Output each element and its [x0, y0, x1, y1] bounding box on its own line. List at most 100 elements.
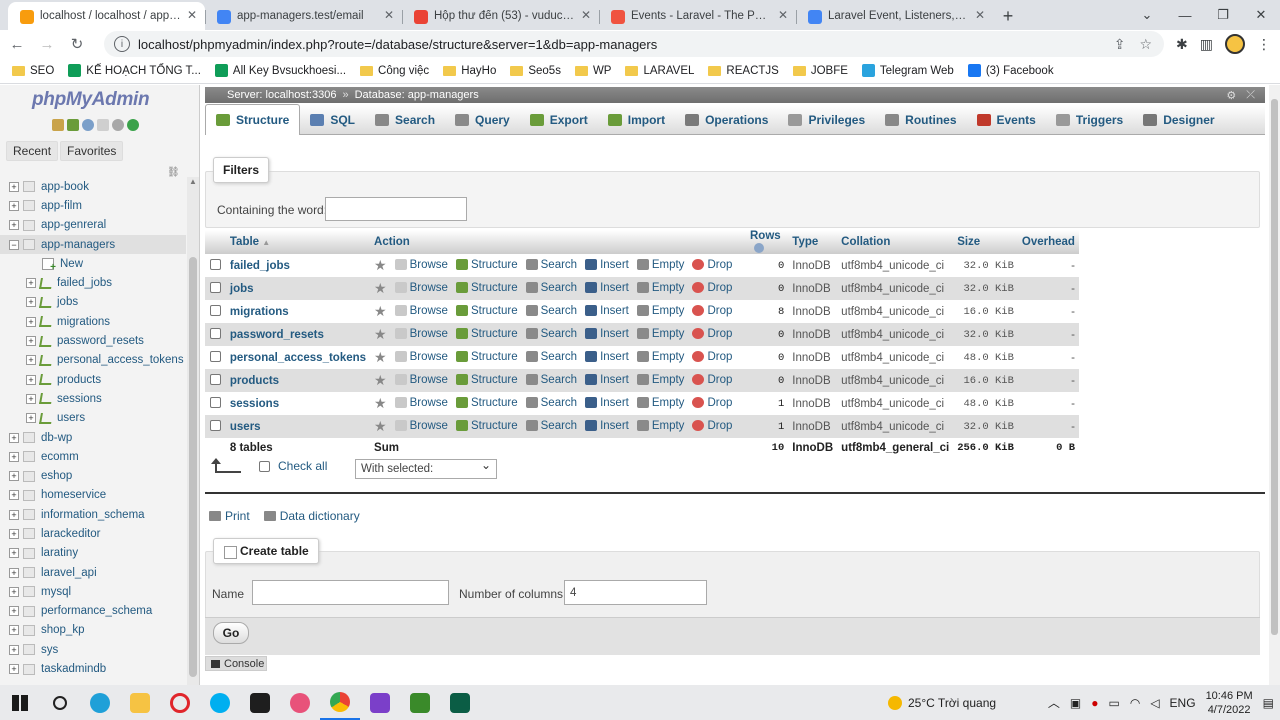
scroll-up-arrow-icon[interactable]: ▲ — [189, 177, 197, 186]
table-item[interactable]: + migrations — [0, 312, 186, 331]
type-column-header[interactable]: Type — [788, 230, 838, 254]
terminal-icon[interactable] — [440, 685, 480, 720]
structure-action[interactable]: Structure — [455, 374, 518, 386]
browse-action[interactable]: Browse — [394, 420, 448, 432]
table-name-link[interactable]: users — [225, 415, 371, 438]
size-cell[interactable]: 32.0 KiB — [953, 277, 1018, 300]
structure-action[interactable]: Structure — [455, 420, 518, 432]
browse-action[interactable]: Browse — [394, 328, 448, 340]
print-link[interactable]: Print — [209, 509, 250, 523]
structure-action[interactable]: Structure — [455, 305, 518, 317]
db-item[interactable]: + larackeditor — [0, 524, 186, 543]
expand-icon[interactable]: + — [9, 567, 19, 578]
console-toggle[interactable]: Console — [205, 656, 267, 671]
row-checkbox[interactable] — [209, 304, 221, 316]
search-action[interactable]: Search — [525, 259, 577, 271]
empty-action[interactable]: Empty — [636, 282, 684, 294]
browser-tab[interactable]: Hộp thư đến (53) - vuducnguyen ✕ — [402, 2, 599, 30]
table-item[interactable]: + users — [0, 409, 186, 428]
expand-icon[interactable]: + — [9, 509, 19, 520]
tab-search[interactable]: Search — [365, 105, 445, 135]
expand-icon[interactable]: + — [26, 297, 36, 308]
db-item[interactable]: + ecomm — [0, 447, 186, 466]
edge-icon[interactable] — [80, 685, 120, 720]
table-item[interactable]: + personal_access_tokens — [0, 351, 186, 370]
close-tab-icon[interactable]: ✕ — [581, 8, 591, 22]
tab-structure[interactable]: Structure — [205, 104, 301, 135]
tab-import[interactable]: Import — [598, 105, 675, 135]
db-item[interactable]: + laratiny — [0, 544, 186, 563]
expand-icon[interactable]: + — [9, 220, 19, 231]
row-checkbox[interactable] — [209, 327, 221, 339]
notifications-icon[interactable]: ▤ — [1263, 696, 1274, 710]
insert-action[interactable]: Insert — [585, 259, 629, 271]
favorites-tab[interactable]: Favorites — [60, 141, 124, 161]
table-name-link[interactable]: failed_jobs — [225, 254, 371, 277]
check-all-label[interactable]: Check all — [278, 459, 327, 473]
db-item[interactable]: + sys — [0, 640, 186, 659]
size-cell[interactable]: 32.0 KiB — [953, 254, 1018, 277]
db-item[interactable]: + app-film — [0, 196, 186, 215]
expand-icon[interactable]: + — [26, 374, 36, 385]
microphone-icon[interactable]: ● — [1091, 696, 1098, 710]
close-tab-icon[interactable]: ✕ — [187, 8, 197, 22]
db-item[interactable]: + information_schema — [0, 505, 186, 524]
empty-action[interactable]: Empty — [636, 328, 684, 340]
bookmark-item[interactable]: Telegram Web — [861, 64, 954, 77]
bookmark-item[interactable]: SEO — [12, 65, 54, 77]
forward-button[interactable]: → — [34, 31, 60, 57]
expand-icon[interactable]: + — [26, 413, 36, 424]
minimize-button[interactable]: — — [1166, 0, 1204, 30]
size-cell[interactable]: 48.0 KiB — [953, 346, 1018, 369]
table-item[interactable]: + sessions — [0, 389, 186, 408]
favorite-star-icon[interactable]: ★ — [374, 418, 387, 434]
settings-gear-icon[interactable]: ⚙ — [1226, 89, 1236, 102]
expand-icon[interactable]: + — [26, 336, 36, 347]
table-name-link[interactable]: jobs — [225, 277, 371, 300]
browse-action[interactable]: Browse — [394, 351, 448, 363]
breadcrumb-database[interactable]: Database: app-managers — [355, 89, 479, 101]
table-item[interactable]: + jobs — [0, 293, 186, 312]
nav-scroll-thumb[interactable] — [189, 257, 197, 677]
db-item[interactable]: + mysql — [0, 582, 186, 601]
expand-icon[interactable]: + — [26, 316, 36, 327]
expand-icon[interactable]: + — [9, 548, 19, 559]
empty-action[interactable]: Empty — [636, 420, 684, 432]
db-item[interactable]: + app-genreral — [0, 216, 186, 235]
nav-scrollbar[interactable]: ▲ — [187, 177, 199, 685]
browse-action[interactable]: Browse — [394, 374, 448, 386]
drop-action[interactable]: Drop — [692, 397, 732, 409]
breadcrumb-server[interactable]: Server: localhost:3306 — [227, 89, 336, 101]
browser-menu-icon[interactable]: ⋮ — [1257, 36, 1271, 53]
table-item[interactable]: + products — [0, 370, 186, 389]
size-cell[interactable]: 32.0 KiB — [953, 415, 1018, 438]
with-selected-select[interactable]: With selected: — [355, 458, 497, 479]
tray-chevron-icon[interactable]: ︿ — [1048, 694, 1060, 711]
side-panel-icon[interactable]: ▥ — [1200, 36, 1213, 53]
file-explorer-icon[interactable] — [120, 685, 160, 720]
table-name-link[interactable]: personal_access_tokens — [225, 346, 371, 369]
tab-query[interactable]: Query — [445, 105, 520, 135]
insert-action[interactable]: Insert — [585, 397, 629, 409]
bookmark-item[interactable]: LARAVEL — [625, 65, 694, 77]
bookmark-item[interactable]: (3) Facebook — [967, 64, 1054, 77]
db-item[interactable]: + performance_schema — [0, 602, 186, 621]
search-action[interactable]: Search — [525, 351, 577, 363]
bookmark-item[interactable]: Seo5s — [510, 65, 561, 77]
notepad-icon[interactable] — [400, 685, 440, 720]
bookmark-item[interactable]: KẾ HOẠCH TỔNG T... — [68, 64, 201, 77]
browse-action[interactable]: Browse — [394, 397, 448, 409]
size-cell[interactable]: 32.0 KiB — [953, 323, 1018, 346]
table-name-link[interactable]: products — [225, 369, 371, 392]
address-bar[interactable]: i localhost/phpmyadmin/index.php?route=/… — [104, 31, 1164, 57]
language-indicator[interactable]: ENG — [1170, 696, 1196, 710]
empty-action[interactable]: Empty — [636, 397, 684, 409]
table-name-link[interactable]: password_resets — [225, 323, 371, 346]
search-icon[interactable] — [40, 685, 80, 720]
filter-input[interactable] — [325, 197, 467, 221]
home-icon[interactable] — [52, 119, 64, 131]
expand-icon[interactable]: + — [26, 278, 36, 289]
expand-icon[interactable]: + — [9, 528, 19, 539]
reload-nav-icon[interactable] — [127, 119, 139, 131]
close-tab-icon[interactable]: ✕ — [778, 8, 788, 22]
